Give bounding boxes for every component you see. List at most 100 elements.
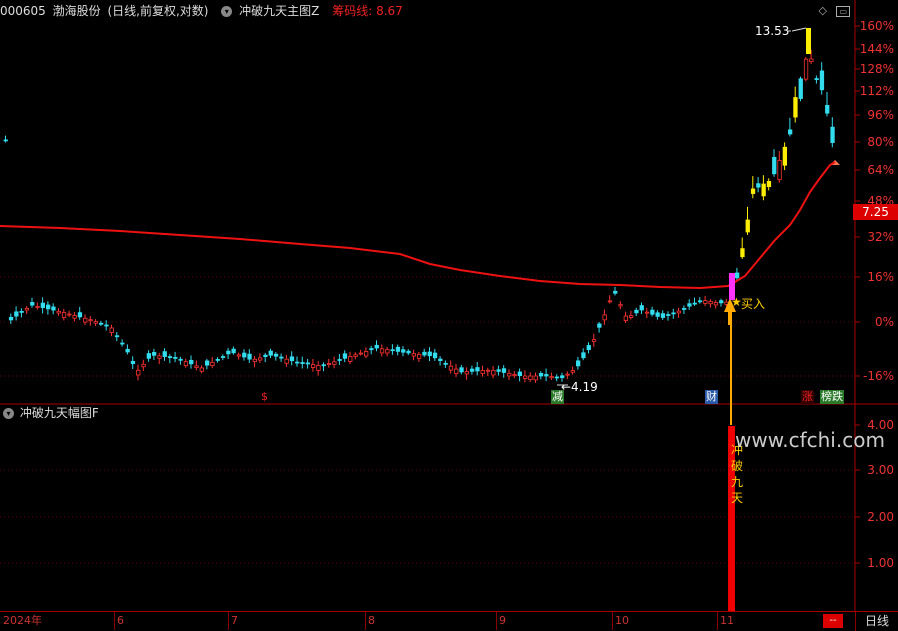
candle-body	[93, 321, 98, 324]
candle-body	[61, 312, 67, 318]
y-label: 128%	[859, 62, 894, 76]
candle-body	[560, 375, 565, 379]
candle-body	[316, 365, 321, 371]
candle-body	[19, 310, 24, 313]
candle-body	[35, 305, 40, 308]
candle-body	[459, 367, 464, 373]
sub-y-label: 1.00	[867, 556, 894, 570]
candle-body	[273, 353, 279, 357]
candle-body	[512, 374, 517, 377]
candle-body	[358, 352, 364, 355]
candle-body	[830, 126, 835, 143]
candle-body	[162, 351, 167, 357]
candle-body	[125, 348, 130, 353]
candle-body	[321, 364, 326, 367]
y-label: 0%	[874, 315, 894, 329]
candle-body	[517, 371, 522, 377]
candle-body	[183, 361, 189, 367]
y-label: 112%	[859, 84, 894, 98]
buy-label: 买入	[741, 297, 766, 311]
chevron-down-icon[interactable]: ▾	[3, 408, 14, 419]
candle-body	[766, 180, 772, 188]
candle-body	[114, 335, 120, 338]
candle-body	[279, 356, 284, 359]
candle-body	[623, 315, 628, 321]
candle-body	[713, 301, 719, 306]
y-label: 32%	[867, 230, 894, 244]
candle-body	[369, 348, 374, 351]
candle-body	[390, 349, 395, 352]
dividend-marker[interactable]: $	[260, 390, 269, 404]
candle-body	[257, 357, 263, 361]
time-tick: 7	[231, 614, 238, 627]
candle-body	[788, 129, 793, 135]
candle-body	[83, 317, 88, 323]
candle-body	[782, 146, 787, 166]
candle-body	[141, 363, 146, 368]
candle-body	[136, 369, 141, 376]
signal-char: 九	[731, 475, 744, 489]
end-marker[interactable]: --	[823, 614, 843, 628]
candlesticks	[3, 28, 840, 383]
candle-body	[422, 351, 427, 356]
time-tick: 8	[368, 614, 375, 627]
signal-bar	[729, 273, 735, 300]
candle-body	[146, 353, 152, 359]
candle-body	[178, 358, 183, 361]
ranking-marker[interactable]: 榜跌	[820, 390, 844, 404]
candle-body	[697, 300, 703, 303]
candle-body	[538, 373, 544, 377]
candle-body	[528, 375, 533, 381]
candle-body	[348, 356, 353, 362]
candle-body	[554, 376, 560, 379]
candle-body	[650, 309, 655, 315]
sub-indicator-name[interactable]: 冲破九天幅图F	[20, 406, 99, 420]
candle-body	[189, 359, 194, 365]
candle-body	[819, 70, 825, 91]
candle-body	[443, 362, 448, 365]
candle-body	[210, 361, 215, 367]
candle-body	[332, 361, 337, 365]
reduce-marker[interactable]: 减	[551, 390, 564, 404]
candle-body	[204, 360, 210, 366]
y-label: 160%	[859, 19, 894, 33]
candle-body	[326, 363, 332, 365]
candle-body	[427, 351, 432, 357]
candle-body	[576, 360, 581, 367]
candle-body	[220, 356, 226, 358]
time-tick: 2024年	[3, 614, 42, 627]
candle-body	[708, 301, 713, 305]
candle-body	[687, 303, 692, 307]
candle-body	[591, 339, 597, 342]
candle-body	[401, 349, 406, 353]
candle-body	[24, 308, 30, 311]
candle-body	[602, 314, 607, 321]
candle-body	[692, 302, 697, 305]
candle-body	[676, 310, 681, 314]
candle-body	[231, 348, 236, 354]
candle-body	[772, 156, 777, 175]
candle-body	[379, 348, 385, 354]
candle-body	[655, 312, 660, 317]
candle-body	[735, 272, 740, 279]
candle-body	[565, 373, 570, 376]
candle-body	[72, 315, 77, 319]
candle-body	[703, 300, 708, 304]
period-button[interactable]: 日线	[855, 612, 898, 631]
signal-char: 破	[731, 459, 744, 473]
candle-body	[374, 344, 379, 349]
candle-body	[8, 316, 14, 321]
candle-body	[671, 312, 676, 315]
candle-body	[809, 58, 814, 63]
finance-marker[interactable]: 财	[705, 390, 718, 404]
candle-body	[30, 302, 35, 306]
chart-canvas[interactable]: ★	[0, 0, 898, 631]
candle-body	[46, 304, 51, 310]
candle-body	[806, 28, 811, 54]
limit-up-marker[interactable]: 涨	[801, 390, 814, 404]
candle-body	[151, 352, 157, 356]
y-label: 16%	[867, 270, 894, 284]
candle-body	[247, 353, 252, 360]
candle-body	[825, 105, 830, 114]
candle-body	[761, 183, 766, 197]
